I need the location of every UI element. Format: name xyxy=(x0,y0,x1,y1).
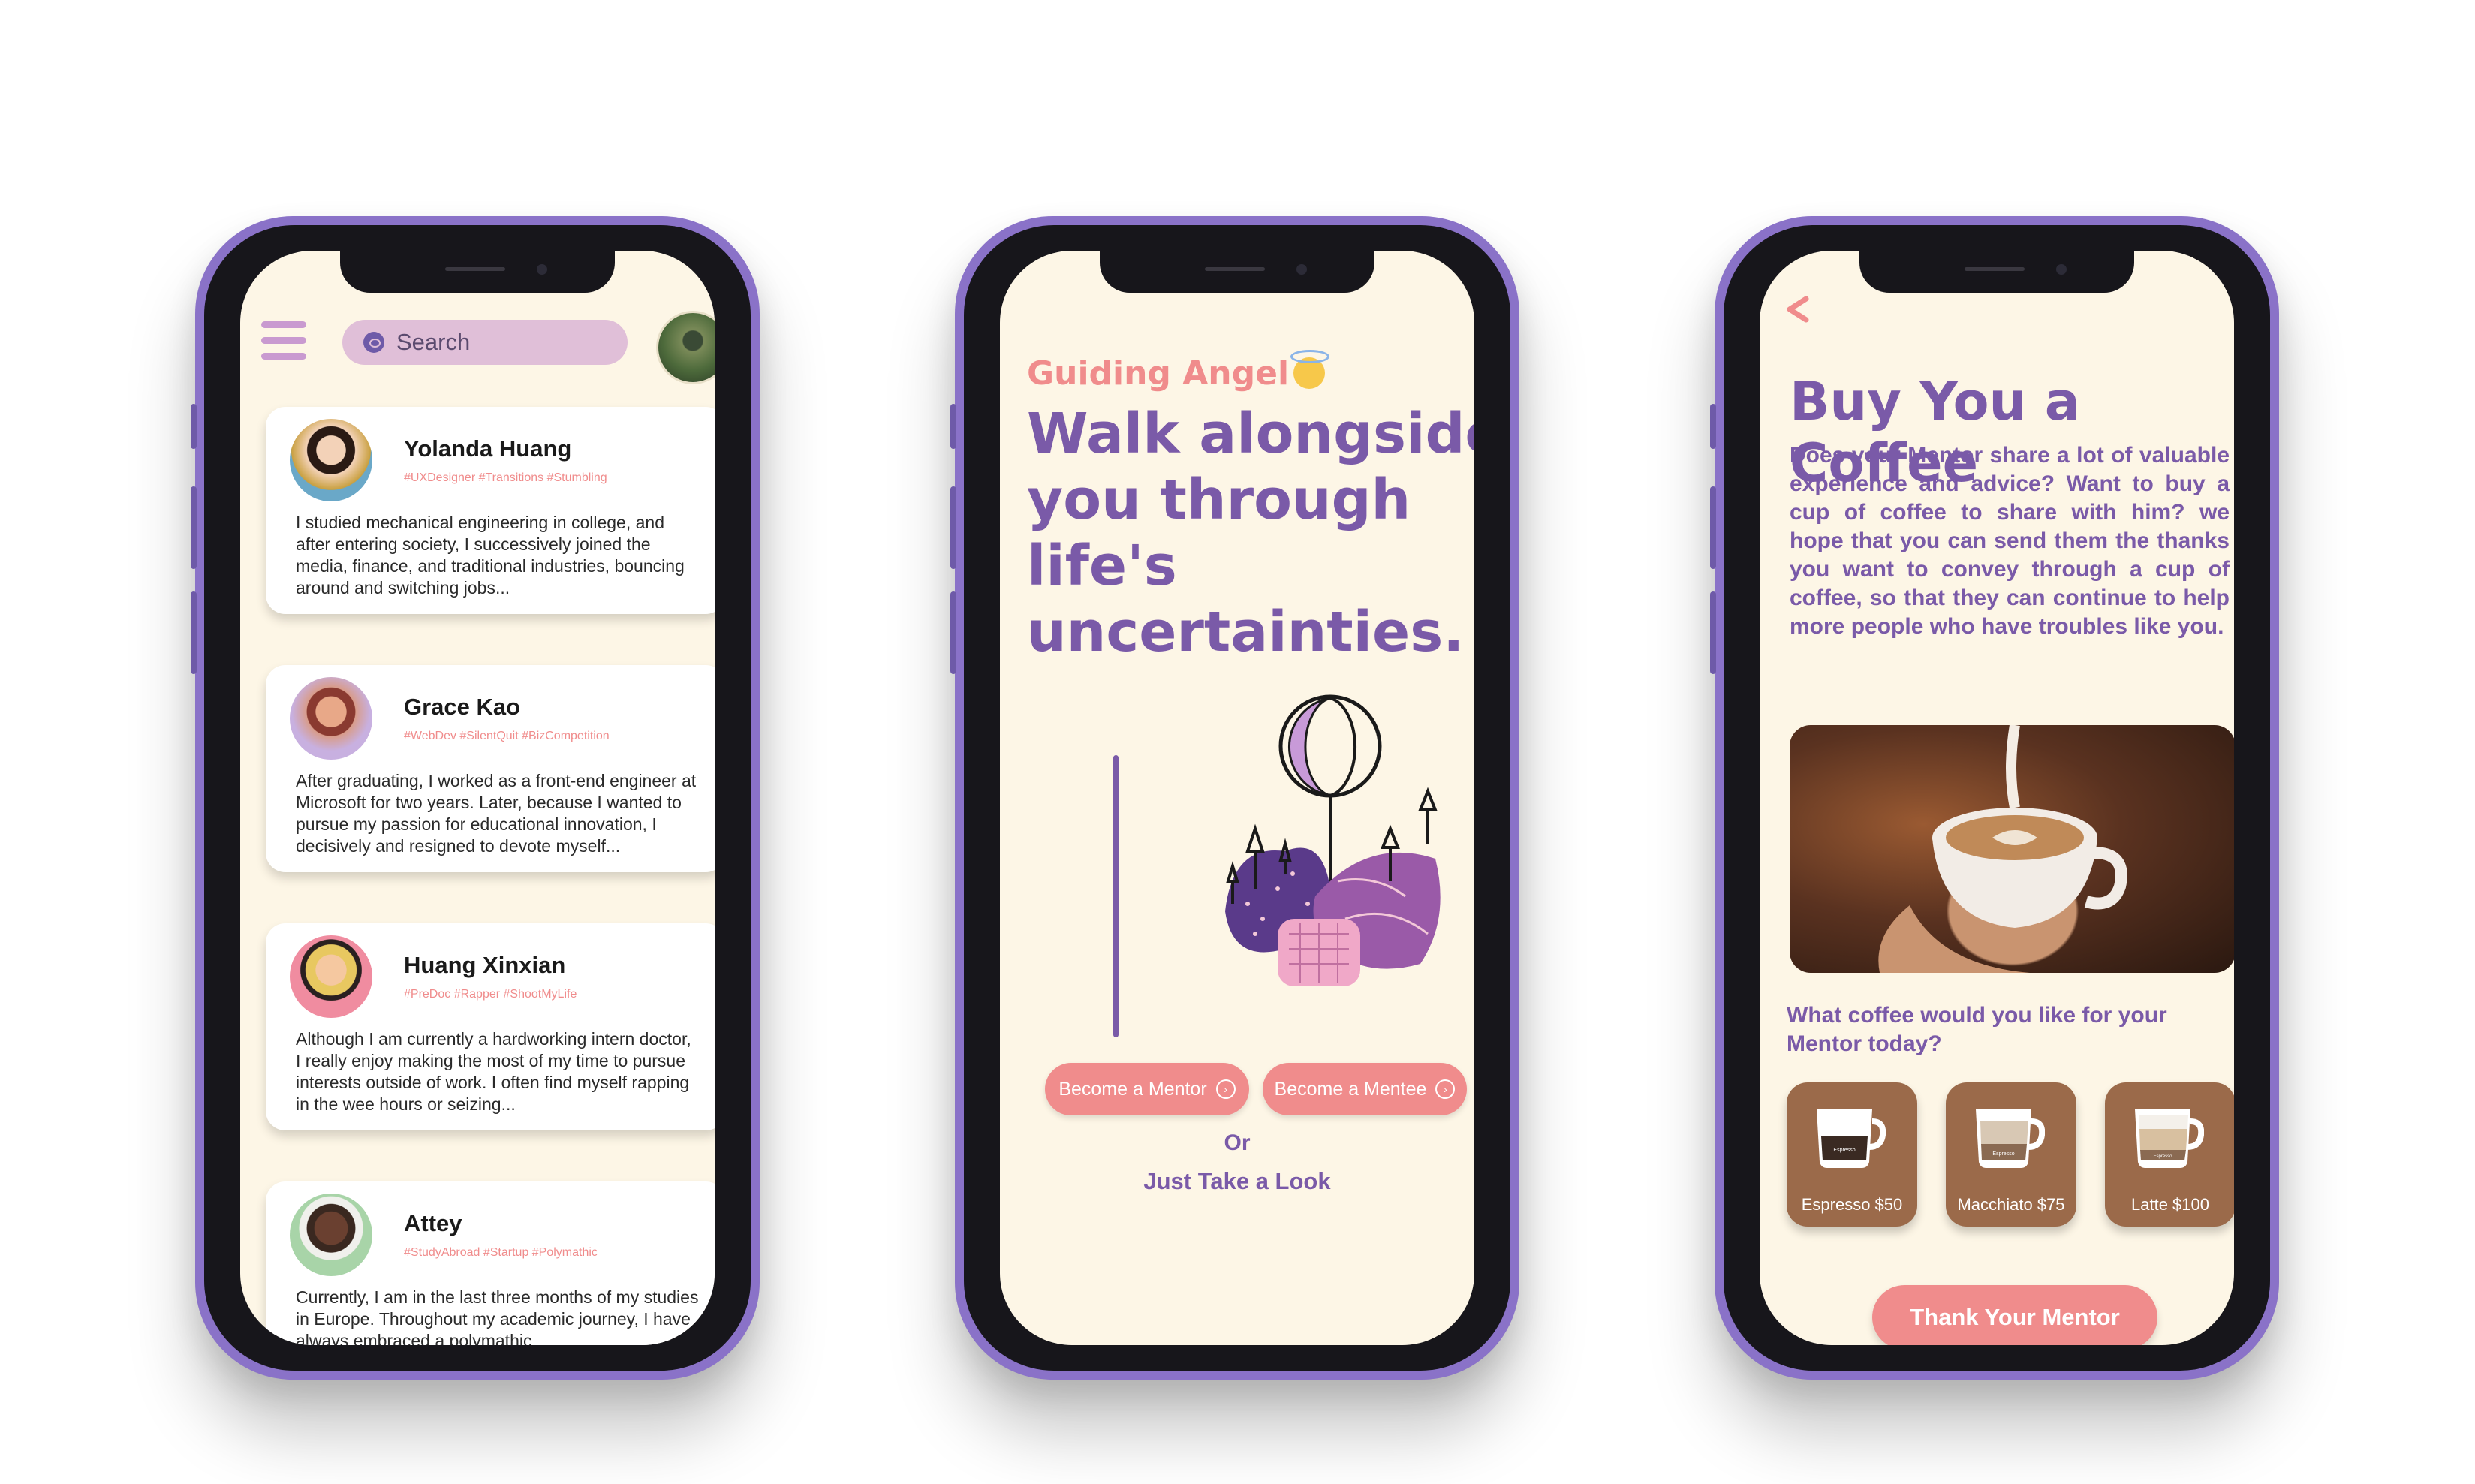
notch xyxy=(1100,251,1374,293)
mentor-tags: #WebDev #SilentQuit #BizCompetition xyxy=(404,730,610,742)
search-icon xyxy=(363,332,384,353)
notch xyxy=(1859,251,2134,293)
search-placeholder: Search xyxy=(396,329,471,355)
coffee-photo xyxy=(1790,725,2234,973)
arrow-right-icon: › xyxy=(1435,1079,1456,1099)
menu-icon[interactable] xyxy=(261,321,306,369)
espresso-cup-icon: Espresso xyxy=(1817,1109,1886,1168)
mentor-card[interactable]: Huang Xinxian #PreDoc #Rapper #ShootMyLi… xyxy=(266,923,715,1130)
angel-emoji-icon xyxy=(1290,350,1330,389)
mentor-card[interactable]: Yolanda Huang #UXDesigner #Transitions #… xyxy=(266,407,715,614)
just-take-a-look-link[interactable]: Just Take a Look xyxy=(1000,1168,1474,1195)
volume-up-button xyxy=(191,486,197,569)
volume-up-button xyxy=(1710,486,1716,569)
mentor-name: Attey xyxy=(404,1210,462,1236)
screen: Guiding Angel Walk alongside you through… xyxy=(1000,251,1474,1345)
or-text: Or xyxy=(1224,1130,1251,1155)
phone-bezel: Buy You a Coffee Does your Mentor share … xyxy=(1724,225,2270,1371)
back-arrow-icon[interactable] xyxy=(1782,294,1812,324)
become-mentor-label: Become a Mentor xyxy=(1058,1078,1207,1100)
phone-bezel: Guiding Angel Walk alongside you through… xyxy=(964,225,1510,1371)
screen: Search Yolanda Huang #UXDesigner #Transi… xyxy=(240,251,715,1345)
coffee-option-macchiato[interactable]: Espresso Macchiato $75 xyxy=(1946,1082,2076,1227)
avatar xyxy=(290,419,372,501)
description: Does your Mentor share a lot of valuable… xyxy=(1790,443,2230,639)
avatar xyxy=(290,1194,372,1276)
mentor-name: Yolanda Huang xyxy=(404,435,572,462)
volume-down-button xyxy=(950,591,956,674)
search-input[interactable]: Search xyxy=(342,320,628,365)
arrow-right-icon: › xyxy=(1215,1079,1236,1099)
coffee-option-espresso[interactable]: Espresso Espresso $50 xyxy=(1787,1082,1917,1227)
mentor-bio: Currently, I am in the last three months… xyxy=(296,1287,699,1345)
screen: Buy You a Coffee Does your Mentor share … xyxy=(1760,251,2234,1345)
mute-switch xyxy=(191,404,197,449)
phone-buy-coffee: Buy You a Coffee Does your Mentor share … xyxy=(1710,216,2279,1380)
thank-your-mentor-button[interactable]: Thank Your Mentor xyxy=(1872,1285,2157,1345)
mentor-bio: Although I am currently a hardworking in… xyxy=(296,1029,691,1114)
phone-mentor-list: Search Yolanda Huang #UXDesigner #Transi… xyxy=(191,216,760,1380)
divider-line xyxy=(1113,755,1119,1037)
svg-text:Espresso: Espresso xyxy=(2153,1154,2172,1159)
mentor-bio: After graduating, I worked as a front-en… xyxy=(296,771,697,856)
mentor-name: Grace Kao xyxy=(404,694,521,720)
headline: Walk alongside you through life's uncert… xyxy=(1027,402,1474,664)
phone-welcome: Guiding Angel Walk alongside you through… xyxy=(950,216,1519,1380)
avatar xyxy=(290,677,372,760)
phone-bezel: Search Yolanda Huang #UXDesigner #Transi… xyxy=(204,225,751,1371)
avatar xyxy=(290,935,372,1018)
notch xyxy=(340,251,615,293)
mentor-card[interactable]: Attey #StudyAbroad #Startup #Polymathic … xyxy=(266,1181,715,1345)
latte-cup-icon: Espresso xyxy=(2135,1109,2204,1168)
mentor-tags: #UXDesigner #Transitions #Stumbling xyxy=(404,471,607,484)
macchiato-cup-icon: Espresso xyxy=(1976,1109,2045,1168)
brand-name: Guiding Angel xyxy=(1027,354,1290,393)
coffee-option-label: Macchiato $75 xyxy=(1957,1195,2065,1214)
brand-title: Guiding Angel xyxy=(1027,350,1330,393)
mute-switch xyxy=(1710,404,1716,449)
mute-switch xyxy=(950,404,956,449)
latte-art-image xyxy=(1878,725,2127,973)
coffee-question: What coffee would you like for your Ment… xyxy=(1787,1003,2167,1056)
mentor-bio: I studied mechanical engineering in coll… xyxy=(296,513,685,598)
become-mentee-label: Become a Mentee xyxy=(1274,1078,1427,1100)
become-mentor-button[interactable]: Become a Mentor › xyxy=(1045,1063,1249,1115)
volume-up-button xyxy=(950,486,956,569)
mentor-tags: #PreDoc #Rapper #ShootMyLife xyxy=(404,988,577,1001)
user-avatar[interactable] xyxy=(656,311,715,384)
coffee-option-label: Latte $100 xyxy=(2131,1195,2209,1214)
illustration xyxy=(1225,694,1441,986)
volume-down-button xyxy=(191,591,197,674)
mentor-tags: #StudyAbroad #Startup #Polymathic xyxy=(404,1246,598,1259)
coffee-option-label: Espresso $50 xyxy=(1801,1195,1903,1214)
volume-down-button xyxy=(1710,591,1716,674)
coffee-option-latte[interactable]: Espresso Latte $100 xyxy=(2105,1082,2234,1227)
mentor-card[interactable]: Grace Kao #WebDev #SilentQuit #BizCompet… xyxy=(266,665,715,872)
mentor-name: Huang Xinxian xyxy=(404,952,566,978)
svg-text:Espresso: Espresso xyxy=(1992,1151,2014,1157)
svg-text:Espresso: Espresso xyxy=(1833,1148,1855,1153)
become-mentee-button[interactable]: Become a Mentee › xyxy=(1263,1063,1467,1115)
